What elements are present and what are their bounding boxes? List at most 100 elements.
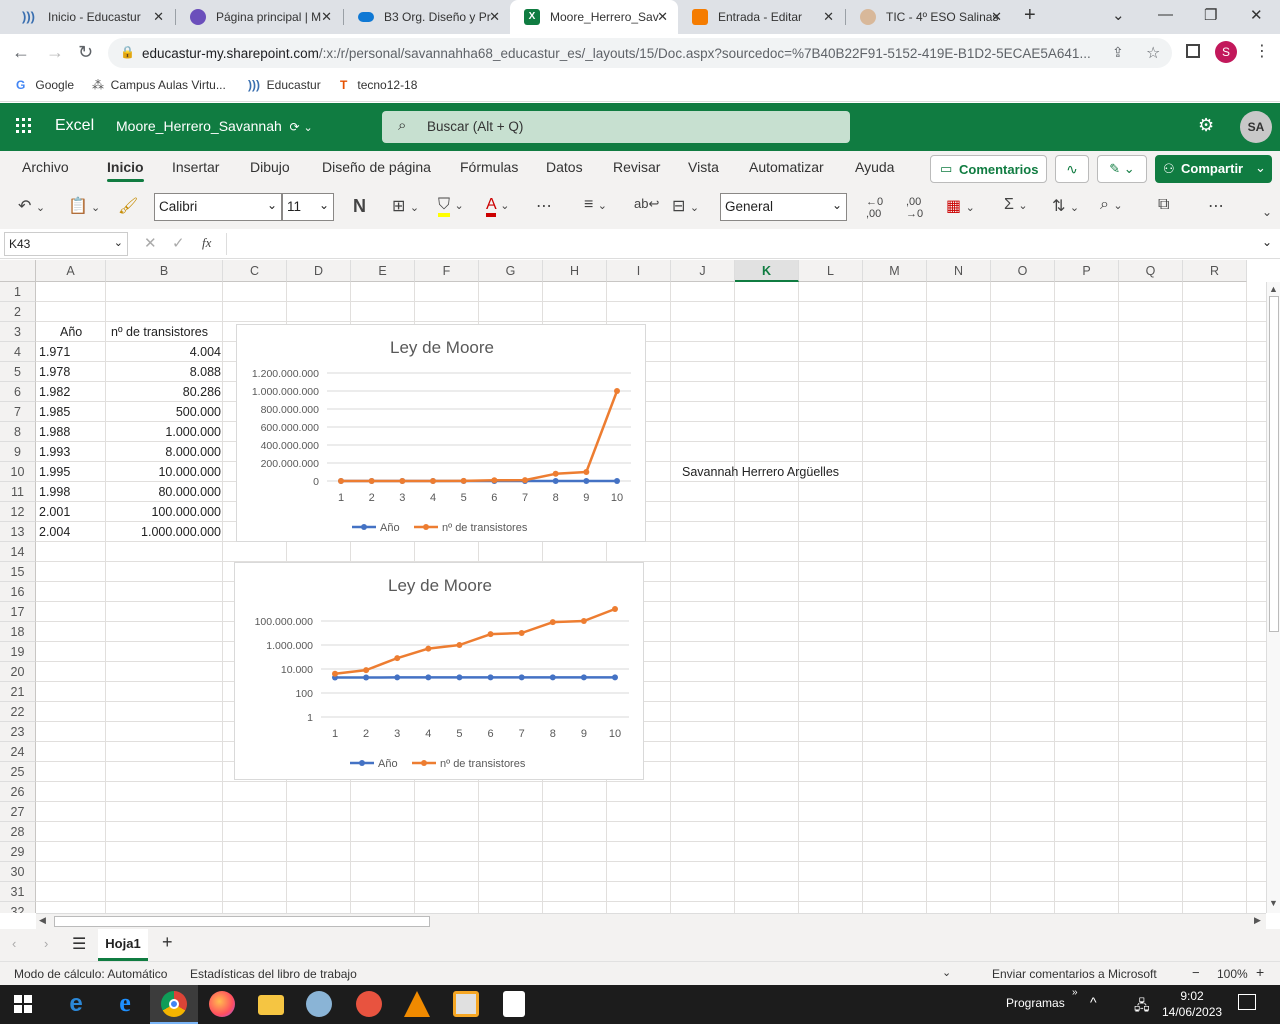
row-header-30[interactable]: 30 [0, 862, 36, 882]
network-icon[interactable]: 🖧 [1134, 995, 1150, 1019]
vertical-scroll-thumb[interactable] [1269, 296, 1279, 632]
cell-transistors[interactable]: 500.000 [106, 402, 221, 422]
document-name[interactable]: Moore_Herrero_Savannah ⟳ ⌄ [116, 118, 313, 134]
cell-transistors[interactable]: 1.000.000 [106, 422, 221, 442]
cell-year[interactable]: 1.998 [39, 482, 70, 502]
browser-tab-moore[interactable]: X Moore_Herrero_Sav ✕ [510, 0, 678, 34]
name-box[interactable]: K43 ⌄ [4, 232, 128, 256]
close-icon[interactable]: ✕ [489, 9, 500, 25]
cell-transistors[interactable]: 80.000.000 [106, 482, 221, 502]
chart-log[interactable]: Ley de Moore 1 100 10.000 1.000.000 100.000.0… [234, 562, 644, 780]
paint-icon[interactable] [306, 991, 332, 1017]
analyze-data-icon[interactable]: ⧉ [1158, 196, 1169, 214]
autosum-icon[interactable]: Σ ⌄ [1004, 196, 1028, 214]
feedback-link[interactable]: Enviar comentarios a Microsoft [992, 967, 1157, 981]
cell-transistors[interactable]: 100.000.000 [106, 502, 221, 522]
scroll-right-icon[interactable]: ▶ [1254, 915, 1261, 926]
row-header-6[interactable]: 6 [0, 382, 36, 402]
row-header-15[interactable]: 15 [0, 562, 36, 582]
minimize-button[interactable]: — [1158, 6, 1173, 23]
row-header-18[interactable]: 18 [0, 622, 36, 642]
scroll-up-icon[interactable]: ▲ [1269, 284, 1278, 294]
scroll-down-icon[interactable]: ▼ [1269, 898, 1278, 908]
row-header-26[interactable]: 26 [0, 782, 36, 802]
column-header-d[interactable]: D [287, 260, 351, 282]
chrome-taskbar-item[interactable] [150, 985, 198, 1024]
browser-tab-tic[interactable]: TIC - 4º ESO Salinas ✕ [846, 0, 1012, 34]
row-header-21[interactable]: 21 [0, 682, 36, 702]
column-header-o[interactable]: O [991, 260, 1055, 282]
new-tab-button[interactable]: + [1024, 4, 1044, 27]
tab-diseno-pagina[interactable]: Diseño de página [322, 159, 431, 175]
chart-linear[interactable]: Ley de Moore 0 200.000.000 400.000.000 600.0… [236, 324, 646, 542]
row-header-32[interactable]: 32 [0, 902, 36, 913]
user-avatar[interactable]: SA [1240, 111, 1272, 143]
align-icon[interactable]: ≡ ⌄ [584, 196, 607, 214]
internet-explorer-icon[interactable]: e [112, 990, 138, 1017]
column-header-c[interactable]: C [223, 260, 287, 282]
cell-author[interactable]: Savannah Herrero Argüelles [682, 462, 839, 482]
tab-datos[interactable]: Datos [546, 159, 583, 175]
back-button[interactable]: ← [12, 42, 30, 63]
wrap-text-icon[interactable]: ab↩ [634, 196, 659, 212]
more-commands-icon[interactable]: ⋯ [1208, 196, 1224, 216]
column-header-l[interactable]: L [799, 260, 863, 282]
cell-year[interactable]: 1.993 [39, 442, 70, 462]
tab-inicio[interactable]: Inicio [107, 159, 144, 182]
calculator-icon[interactable] [503, 991, 525, 1017]
select-all-corner[interactable] [0, 260, 36, 282]
row-header-3[interactable]: 3 [0, 322, 36, 342]
row-header-12[interactable]: 12 [0, 502, 36, 522]
cell-transistors[interactable]: 8.088 [106, 362, 221, 382]
tab-archivo[interactable]: Archivo [22, 159, 69, 175]
cancel-icon[interactable]: ✕ [144, 234, 157, 252]
row-header-17[interactable]: 17 [0, 602, 36, 622]
column-header-n[interactable]: N [927, 260, 991, 282]
tab-insertar[interactable]: Insertar [172, 159, 219, 175]
undo-icon[interactable]: ↶ ⌄ [18, 196, 45, 216]
programs-toolbar[interactable]: Programas [1006, 996, 1065, 1010]
cell-transistors[interactable]: 4.004 [106, 342, 221, 362]
font-size-select[interactable]: 11 ⌄ [282, 193, 334, 221]
app-name[interactable]: Excel [55, 117, 94, 135]
file-explorer-icon[interactable] [258, 995, 284, 1015]
row-header-5[interactable]: 5 [0, 362, 36, 382]
row-header-8[interactable]: 8 [0, 422, 36, 442]
close-icon[interactable]: ✕ [823, 9, 834, 25]
row-header-23[interactable]: 23 [0, 722, 36, 742]
conditional-format-icon[interactable]: ▦ ⌄ [946, 196, 975, 216]
cell-header-transistors[interactable]: nº de transistores [111, 322, 208, 342]
video-player-icon[interactable] [453, 991, 479, 1017]
bookmark-campus[interactable]: ⁂ Campus Aulas Virtu... [92, 78, 226, 92]
row-header-7[interactable]: 7 [0, 402, 36, 422]
clock[interactable]: 9:02 14/06/2023 [1162, 988, 1222, 1020]
tab-automatizar[interactable]: Automatizar [749, 159, 824, 175]
cell-transistors[interactable]: 10.000.000 [106, 462, 221, 482]
cell-year[interactable]: 1.995 [39, 462, 70, 482]
tab-dibujo[interactable]: Dibujo [250, 159, 290, 175]
cell-year[interactable]: 1.988 [39, 422, 70, 442]
column-header-g[interactable]: G [479, 260, 543, 282]
fill-color-icon[interactable]: ⛉ ⌄ [438, 196, 464, 217]
vertical-scrollbar[interactable]: ▲ ▼ [1266, 282, 1280, 913]
windows-start-icon[interactable] [14, 995, 32, 1013]
bold-button[interactable]: N [353, 196, 366, 217]
row-header-14[interactable]: 14 [0, 542, 36, 562]
forward-button[interactable]: → [46, 42, 64, 63]
maximize-button[interactable]: ❐ [1204, 6, 1217, 24]
increase-decimal-icon[interactable]: ←0,00 [866, 196, 883, 220]
row-header-9[interactable]: 9 [0, 442, 36, 462]
row-header-31[interactable]: 31 [0, 882, 36, 902]
browser-tab-b3[interactable]: B3 Org. Diseño y Pr ✕ [344, 0, 510, 34]
tab-ayuda[interactable]: Ayuda [855, 159, 894, 175]
number-format-select[interactable]: General ⌄ [720, 193, 847, 221]
bookmark-google[interactable]: G Google [16, 78, 74, 92]
menu-icon[interactable]: ⋮ [1254, 41, 1270, 61]
function-icon[interactable]: fx [202, 235, 211, 251]
expand-ribbon-icon[interactable]: ⌄ [1262, 205, 1272, 219]
vlc-icon[interactable] [404, 991, 430, 1017]
close-window-button[interactable]: ✕ [1250, 6, 1263, 24]
activity-icon[interactable]: ∿ [1055, 155, 1089, 183]
profile-avatar[interactable]: S [1215, 41, 1237, 63]
decrease-decimal-icon[interactable]: ,00 →0 [906, 196, 923, 220]
